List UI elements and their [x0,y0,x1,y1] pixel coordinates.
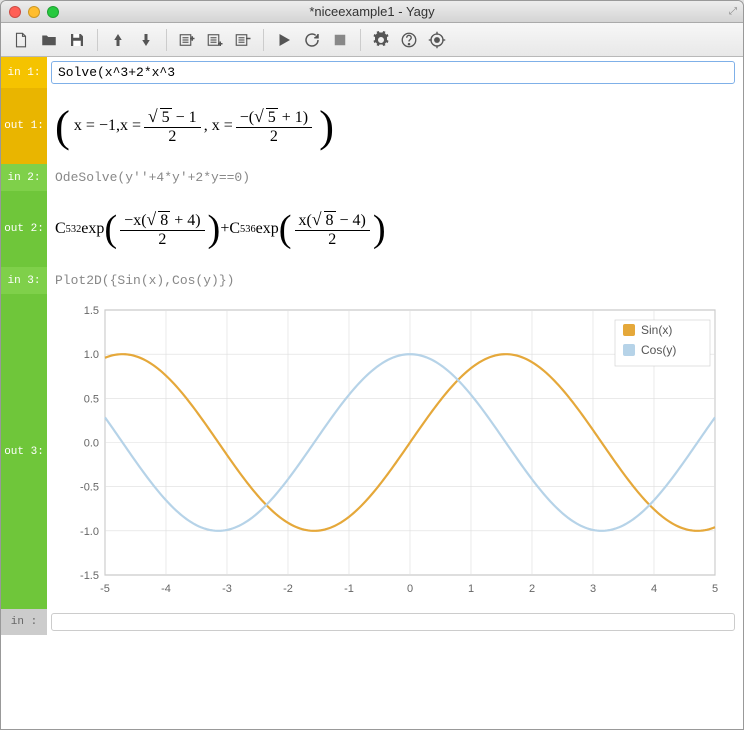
gutter-in2: in 2: [1,164,47,191]
svg-text:2: 2 [529,583,535,595]
svg-text:-4: -4 [161,583,171,595]
new-file-button[interactable] [9,28,33,52]
svg-text:Cos(y): Cos(y) [641,343,676,357]
output-cell-3: -5 -4 -3 -2 -1 0 1 2 3 4 5 -1.5 -1.0 -0.5 0.0 0.5 1.0 1.5… [47,294,743,609]
gutter-out2: out 2: [1,191,47,267]
gutter-in3: in 3: [1,267,47,294]
insert-below-button[interactable] [203,28,227,52]
svg-text:-1.5: -1.5 [80,570,99,582]
svg-text:-5: -5 [100,583,110,595]
run-button[interactable] [272,28,296,52]
gutter-in1: in 1: [1,57,47,88]
svg-text:-1: -1 [344,583,354,595]
svg-text:0.0: 0.0 [84,438,99,450]
delete-cell-button[interactable] [231,28,255,52]
close-icon[interactable] [9,6,21,18]
restart-button[interactable] [300,28,324,52]
save-button[interactable] [65,28,89,52]
svg-text:-2: -2 [283,583,293,595]
svg-text:-1.0: -1.0 [80,526,99,538]
window-title: *niceexample1 - Yagy [1,4,743,19]
target-button[interactable] [425,28,449,52]
gutter-in-blank: in : [1,609,47,635]
toolbar [1,23,743,57]
gutter-out3: out 3: [1,294,47,609]
help-button[interactable] [397,28,421,52]
minimize-icon[interactable] [28,6,40,18]
svg-text:-3: -3 [222,583,232,595]
svg-text:-0.5: -0.5 [80,482,99,494]
svg-text:3: 3 [590,583,596,595]
settings-button[interactable] [369,28,393,52]
gutter-out1: out 1: [1,88,47,164]
expand-icon[interactable]: ⤢ [729,6,737,17]
arrow-down-button[interactable] [134,28,158,52]
output-cell-1: ( x = −1, x = √5 − 1 2 , x = −(√5 + 1) 2… [47,88,743,164]
notebook-content: in 1: Solve(x^3+2*x^3 out 1: ( x = −1, x… [1,57,743,729]
titlebar: *niceexample1 - Yagy ⤢ [1,1,743,23]
arrow-up-button[interactable] [106,28,130,52]
svg-text:0: 0 [407,583,413,595]
traffic-lights [9,6,59,18]
open-file-button[interactable] [37,28,61,52]
svg-text:1: 1 [468,583,474,595]
zoom-icon[interactable] [47,6,59,18]
svg-text:5: 5 [712,583,718,595]
input-cell-3[interactable]: Plot2D({Sin(x),Cos(y)}) [47,267,743,294]
app-window: *niceexample1 - Yagy ⤢ in 1: Solve(x^3+2… [0,0,744,730]
insert-above-button[interactable] [175,28,199,52]
output-cell-2: C532 exp ( −x(√8 + 4) 2 ) + C536 exp ( x… [47,191,743,267]
svg-text:0.5: 0.5 [84,393,99,405]
svg-text:1.5: 1.5 [84,305,99,317]
svg-text:1.0: 1.0 [84,349,99,361]
stop-button[interactable] [328,28,352,52]
svg-text:Sin(x): Sin(x) [641,323,672,337]
input-cell-1[interactable]: Solve(x^3+2*x^3 [51,61,735,84]
input-cell-2[interactable]: OdeSolve(y''+4*y'+2*y==0) [47,164,743,191]
plot-2d: -5 -4 -3 -2 -1 0 1 2 3 4 5 -1.5 -1.0 -0.5 0.0 0.5 1.0 1.5… [53,300,737,600]
input-cell-blank[interactable] [51,613,735,631]
svg-text:4: 4 [651,583,657,595]
